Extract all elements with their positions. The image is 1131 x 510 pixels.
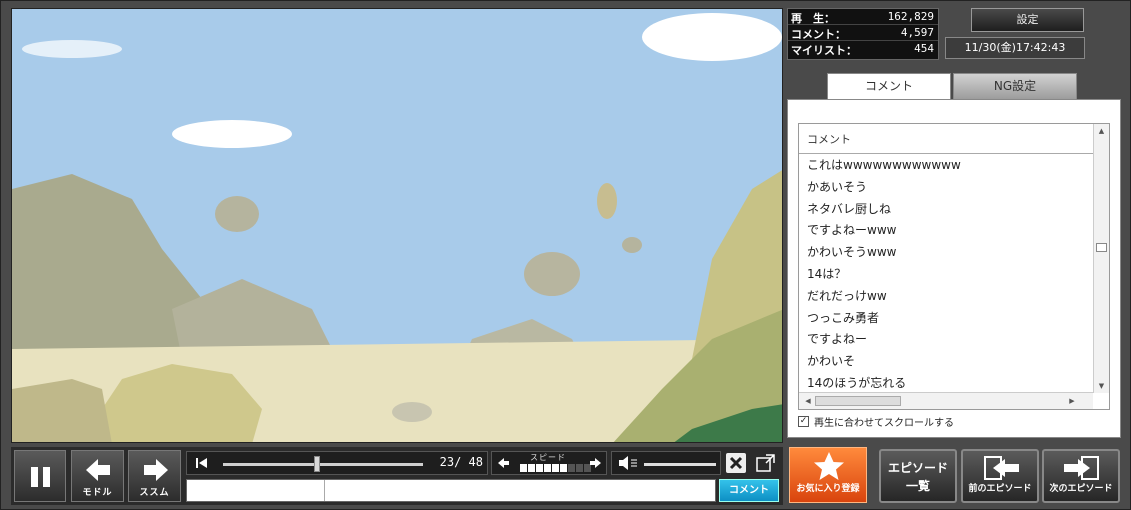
clock-display: 11/30(金)17:42:43 — [945, 37, 1085, 59]
comment-row[interactable]: かわいそ — [799, 351, 1093, 373]
stat-comments: コメント： 4,597 — [788, 25, 938, 41]
seek-bar[interactable]: 23/ 48 — [186, 451, 488, 475]
stats-panel: 再 生： 162,829 コメント： 4,597 マイリスト： 454 — [787, 8, 939, 60]
scene-illustration — [12, 9, 782, 442]
comments-label: コメント： — [791, 28, 846, 41]
comment-rows: これはwwwwwwwwwwww かあいそう ネタバレ厨しね ですよねーwww かわいそう… — [799, 155, 1093, 395]
arrow-right-icon — [144, 459, 168, 481]
scroll-right-icon[interactable]: ▶ — [1065, 394, 1079, 408]
episode-list-label-1: エピソード — [887, 461, 948, 475]
settings-button[interactable]: 設定 — [971, 8, 1084, 32]
autoscroll-label: 再生に合わせてスクロールする — [814, 418, 954, 429]
speed-bar-segment[interactable] — [552, 464, 559, 472]
player-controls: モドル ススム 23/ 48 スピード コメント — [11, 447, 783, 505]
favorite-label: お気に入り登録 — [796, 484, 860, 494]
skip-start-icon[interactable] — [191, 452, 211, 474]
tab-ng-settings[interactable]: NG設定 — [953, 73, 1077, 100]
vertical-scrollbar[interactable]: ▲ ▼ — [1093, 124, 1109, 393]
arrow-left-icon — [86, 459, 110, 481]
comment-row[interactable]: ネタバレ厨しね — [799, 199, 1093, 221]
comments-value: 4,597 — [900, 26, 934, 39]
speed-bar-segment[interactable] — [520, 464, 527, 472]
volume-icon[interactable] — [615, 452, 641, 474]
episode-list-button[interactable]: エピソード 一覧 — [879, 449, 957, 503]
next-episode-button[interactable]: 次のエピソード — [1042, 449, 1120, 503]
back-label: モドル — [82, 488, 113, 498]
prev-episode-label: 前のエピソード — [968, 484, 1032, 494]
comment-row[interactable]: つっこみ勇者 — [799, 308, 1093, 330]
volume-slider[interactable] — [644, 463, 716, 466]
favorite-button[interactable]: お気に入り登録 — [789, 447, 867, 503]
speed-bar-segment[interactable] — [568, 464, 575, 472]
comment-row[interactable]: ですよねーwww — [799, 220, 1093, 242]
scroll-up-icon[interactable]: ▲ — [1094, 124, 1109, 138]
forward-label: ススム — [139, 488, 170, 498]
comment-list-header[interactable]: コメント — [799, 124, 1093, 154]
views-value: 162,829 — [887, 10, 934, 23]
prev-episode-icon — [984, 456, 1019, 480]
speed-bar-segment[interactable] — [560, 464, 567, 472]
stat-views: 再 生： 162,829 — [788, 9, 938, 25]
comment-row[interactable]: 14は？ — [799, 264, 1093, 286]
speed-up-icon[interactable] — [588, 452, 604, 474]
autoscroll-option[interactable]: ✓ 再生に合わせてスクロールする — [798, 414, 954, 429]
episode-list-label-2: 一覧 — [905, 479, 930, 493]
comment-row[interactable]: これはwwwwwwwwwwww — [799, 155, 1093, 177]
scroll-down-icon[interactable]: ▼ — [1094, 379, 1109, 393]
back-button[interactable]: モドル — [71, 450, 124, 502]
horizontal-scrollbar[interactable]: ◀ ▶ — [799, 392, 1093, 409]
forward-button[interactable]: ススム — [128, 450, 181, 502]
speed-control: スピード — [491, 451, 607, 475]
app-frame: モドル ススム 23/ 48 スピード コメント 再 生： 162,829 コメ… — [0, 0, 1131, 510]
speed-bar-segment[interactable] — [544, 464, 551, 472]
page-counter: 23/ 48 — [439, 455, 483, 469]
speed-down-icon[interactable] — [495, 452, 511, 474]
comment-row[interactable]: だれだっけww — [799, 286, 1093, 308]
speed-bar-segment[interactable] — [576, 464, 583, 472]
comment-panel: コメント これはwwwwwwwwwwww かあいそう ネタバレ厨しね ですよねーwww… — [787, 99, 1121, 438]
hscroll-thumb[interactable] — [815, 396, 901, 406]
speed-bar-segment[interactable] — [528, 464, 535, 472]
fullscreen-icon[interactable] — [755, 452, 777, 474]
comment-row[interactable]: かわいそうwww — [799, 242, 1093, 264]
speed-bar-segment[interactable] — [536, 464, 543, 472]
views-label: 再 生： — [791, 12, 835, 25]
comment-command-field[interactable] — [187, 480, 325, 501]
comment-row[interactable]: かあいそう — [799, 177, 1093, 199]
stat-mylist: マイリスト： 454 — [788, 41, 938, 57]
speed-label: スピード — [530, 453, 566, 462]
comment-submit-button[interactable]: コメント — [719, 479, 779, 502]
star-icon — [814, 452, 844, 480]
next-episode-icon — [1064, 456, 1099, 480]
comment-list[interactable]: コメント これはwwwwwwwwwwww かあいそう ネタバレ厨しね ですよねーwww… — [798, 123, 1110, 410]
volume-control — [611, 451, 721, 475]
pause-icon — [31, 467, 50, 487]
next-episode-label: 次のエピソード — [1049, 484, 1113, 494]
mylist-value: 454 — [914, 42, 934, 55]
seek-track[interactable] — [223, 463, 423, 466]
tab-comment[interactable]: コメント — [827, 73, 951, 100]
mylist-label: マイリスト： — [791, 44, 857, 57]
seek-handle[interactable] — [314, 456, 320, 472]
comment-hide-icon[interactable] — [725, 452, 747, 474]
scroll-thumb[interactable] — [1096, 243, 1107, 252]
prev-episode-button[interactable]: 前のエピソード — [961, 449, 1039, 503]
video-viewer[interactable] — [11, 8, 783, 443]
comment-input[interactable] — [186, 479, 716, 502]
pause-button[interactable] — [14, 450, 66, 502]
comment-row[interactable]: ですよねー — [799, 329, 1093, 351]
autoscroll-checkbox[interactable]: ✓ — [798, 416, 809, 427]
scroll-left-icon[interactable]: ◀ — [801, 394, 815, 408]
speed-level-bars[interactable] — [520, 464, 591, 472]
